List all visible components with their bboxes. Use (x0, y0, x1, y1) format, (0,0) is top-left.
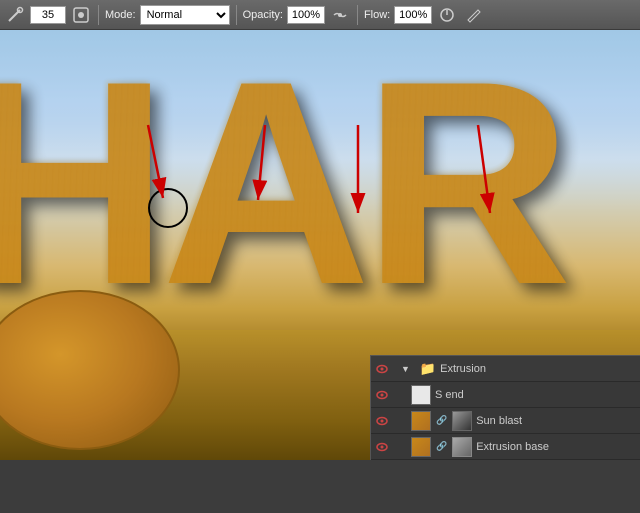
folder-icon: 📁 (420, 361, 436, 377)
chain-icon-sun-blast: 🔗 (435, 415, 448, 426)
toolbar: 35 Mode: Normal Dissolve Multiply Screen… (0, 0, 640, 30)
chain-icon-extrusion: 🔗 (435, 441, 448, 452)
flow-box: 100% (394, 6, 432, 24)
mode-select[interactable]: Normal Dissolve Multiply Screen Overlay (140, 5, 230, 25)
layer-thumb-sun-blast-mask (452, 411, 472, 431)
opacity-input[interactable]: 100% (287, 6, 325, 24)
brush-tool-icon[interactable] (4, 4, 26, 26)
layer-row-sun-blast[interactable]: 🔗 Sun blast (371, 408, 640, 434)
opacity-box: 100% (287, 6, 325, 24)
flow-input[interactable]: 100% (394, 6, 432, 24)
layers-panel: ▼ 📁 Extrusion S end 🔗 Sun blast (370, 355, 640, 460)
collapse-arrow[interactable]: ▼ (401, 364, 410, 374)
eye-icon-sun-blast[interactable] (375, 414, 389, 428)
separator-2 (236, 5, 237, 25)
opacity-label: Opacity: (243, 9, 283, 21)
mode-label: Mode: (105, 9, 136, 21)
layer-row-extrusion-base[interactable]: 🔗 Extrusion base (371, 434, 640, 460)
separator-3 (357, 5, 358, 25)
layer-name-extrusion: Extrusion (440, 363, 636, 375)
airbrush-icon[interactable] (329, 4, 351, 26)
layer-name-s-end: S end (435, 389, 636, 401)
tablet-pressure-icon[interactable] (436, 4, 458, 26)
hay-texture-overlay: HAR (0, 60, 564, 307)
layer-thumb-extrusion-base-content (411, 437, 431, 457)
eye-icon-s-end[interactable] (375, 388, 389, 402)
brush-cursor (148, 188, 188, 228)
eye-icon-extrusion-base[interactable] (375, 440, 389, 454)
separator-1 (98, 5, 99, 25)
layer-thumb-sun-blast-content (411, 411, 431, 431)
stylus-icon[interactable] (462, 4, 484, 26)
layer-thumb-s-end (411, 385, 431, 405)
eye-icon-extrusion[interactable] (375, 362, 389, 376)
flow-label: Flow: (364, 9, 390, 21)
layer-row-s-end[interactable]: S end (371, 382, 640, 408)
canvas-area: HAR HAR ▼ 📁 (0, 30, 640, 460)
layer-thumb-extrusion-base-mask (452, 437, 472, 457)
brush-size-box: 35 (30, 6, 66, 24)
layer-name-sun-blast: Sun blast (476, 415, 636, 427)
brush-preset-icon[interactable] (70, 4, 92, 26)
layer-name-extrusion-base: Extrusion base (476, 441, 636, 453)
layer-row-extrusion-group[interactable]: ▼ 📁 Extrusion (371, 356, 640, 382)
brush-size-input[interactable]: 35 (30, 6, 66, 24)
